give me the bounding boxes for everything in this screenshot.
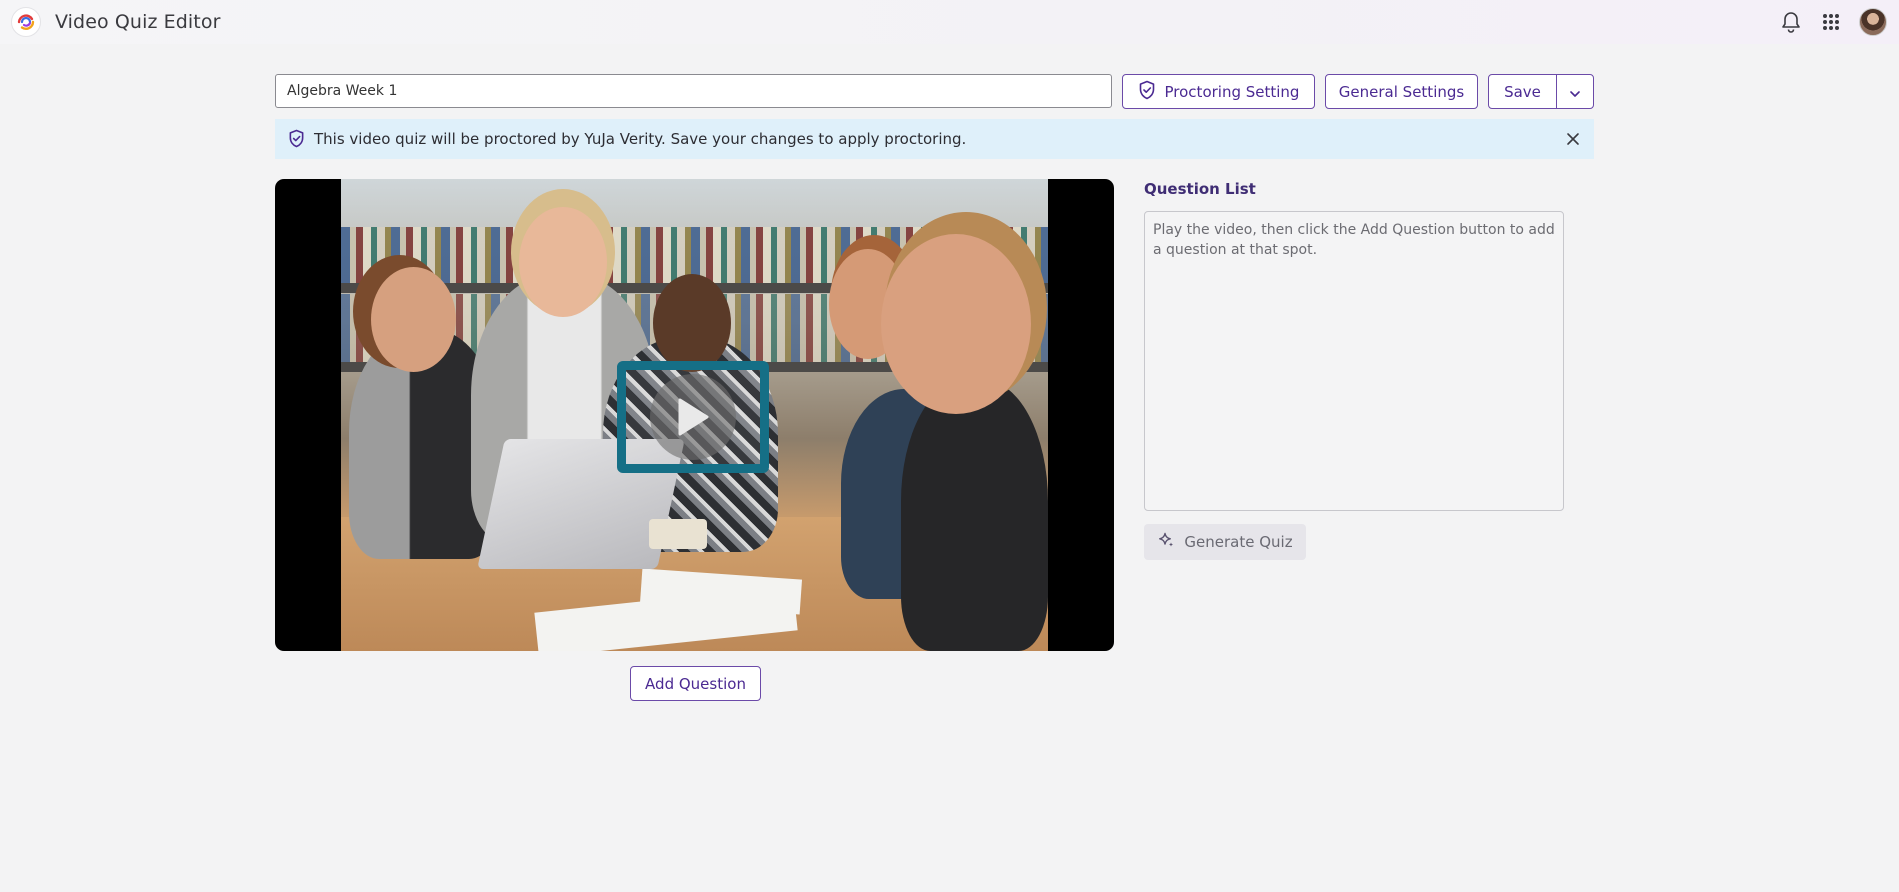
app-title: Video Quiz Editor: [55, 11, 221, 33]
play-button[interactable]: [617, 361, 769, 473]
bell-icon[interactable]: [1779, 10, 1803, 34]
video-player[interactable]: [275, 179, 1114, 651]
user-avatar[interactable]: [1859, 8, 1887, 36]
question-list-title: Question List: [1144, 180, 1256, 198]
add-question-button[interactable]: Add Question: [630, 666, 761, 701]
question-list-box: Play the video, then click the Add Quest…: [1144, 211, 1564, 511]
proctoring-info-banner: This video quiz will be proctored by YuJ…: [275, 119, 1594, 159]
shield-check-icon: [1138, 80, 1156, 104]
banner-message: This video quiz will be proctored by YuJ…: [314, 130, 967, 148]
save-label: Save: [1504, 82, 1541, 101]
generate-quiz-button[interactable]: Generate Quiz: [1144, 524, 1306, 560]
sparkle-icon: [1157, 531, 1175, 553]
question-list-empty-message: Play the video, then click the Add Quest…: [1153, 222, 1555, 258]
proctoring-setting-label: Proctoring Setting: [1164, 82, 1300, 101]
general-settings-button[interactable]: General Settings: [1325, 74, 1478, 109]
shield-check-icon: [288, 129, 305, 153]
chevron-down-icon: [1570, 83, 1580, 101]
general-settings-label: General Settings: [1338, 82, 1465, 101]
add-question-label: Add Question: [645, 674, 746, 693]
close-icon[interactable]: [1562, 128, 1584, 150]
save-options-dropdown[interactable]: [1556, 74, 1594, 109]
proctoring-setting-button[interactable]: Proctoring Setting: [1122, 74, 1315, 109]
save-button[interactable]: Save: [1488, 74, 1557, 109]
quiz-title-input[interactable]: [275, 74, 1112, 108]
top-header: Video Quiz Editor: [0, 0, 1899, 44]
play-icon: [650, 374, 736, 460]
app-logo-icon[interactable]: [11, 7, 41, 37]
generate-quiz-label: Generate Quiz: [1184, 533, 1293, 551]
apps-grid-icon[interactable]: [1819, 10, 1843, 34]
